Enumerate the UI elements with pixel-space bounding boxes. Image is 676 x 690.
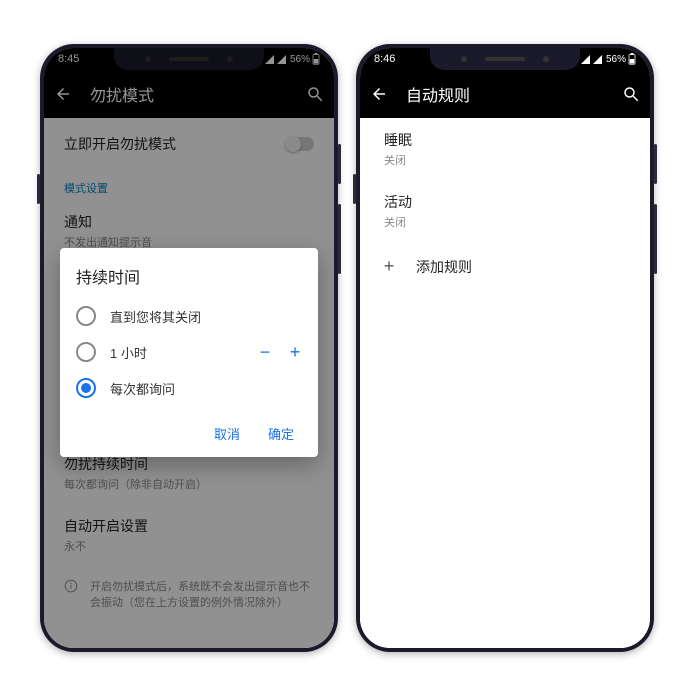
minus-button[interactable]: − — [258, 345, 272, 359]
duration-dialog: 持续时间 直到您将其关闭 1 小时 − + 每次都询问 取消 确定 — [60, 248, 318, 457]
status-time: 8:46 — [374, 53, 395, 65]
rule-sleep[interactable]: 睡眠 关闭 — [360, 118, 650, 180]
signal-icon — [580, 54, 590, 64]
app-bar: 自动规则 — [360, 70, 650, 118]
battery-text: 56% — [606, 54, 626, 65]
rules-content: 睡眠 关闭 活动 关闭 + 添加规则 — [360, 118, 650, 648]
screen-left: 8:45 56% 勿扰模式 立即开启勿扰模式 模式设置 — [44, 48, 334, 648]
rule-title: 睡眠 — [384, 130, 626, 150]
option-label: 每次都询问 — [110, 379, 302, 398]
add-rule-row[interactable]: + 添加规则 — [360, 242, 650, 291]
notch — [430, 48, 580, 70]
duration-stepper: − + — [258, 345, 302, 359]
side-button — [37, 174, 40, 204]
rule-event[interactable]: 活动 关闭 — [360, 180, 650, 242]
radio-icon-selected — [76, 378, 96, 398]
side-button — [353, 174, 356, 204]
back-icon[interactable] — [370, 85, 388, 103]
ok-button[interactable]: 确定 — [264, 418, 298, 449]
option-label: 直到您将其关闭 — [110, 307, 302, 326]
side-button — [338, 204, 341, 274]
plus-button[interactable]: + — [288, 345, 302, 359]
battery-icon — [628, 53, 636, 65]
option-label: 1 小时 — [110, 343, 244, 362]
side-button — [654, 204, 657, 274]
rule-sub: 关闭 — [384, 152, 626, 168]
side-button — [338, 144, 341, 184]
option-one-hour[interactable]: 1 小时 − + — [76, 334, 302, 370]
option-until-off[interactable]: 直到您将其关闭 — [76, 298, 302, 334]
rule-title: 活动 — [384, 192, 626, 212]
radio-icon — [76, 306, 96, 326]
plus-icon: + — [380, 256, 398, 277]
add-rule-label: 添加规则 — [416, 257, 472, 277]
side-button — [654, 144, 657, 184]
signal-icon — [592, 54, 602, 64]
dialog-actions: 取消 确定 — [76, 418, 302, 449]
option-ask-each-time[interactable]: 每次都询问 — [76, 370, 302, 406]
phone-frame-left: 8:45 56% 勿扰模式 立即开启勿扰模式 模式设置 — [40, 44, 338, 652]
app-title: 自动规则 — [406, 82, 604, 106]
search-icon[interactable] — [622, 85, 640, 103]
rule-sub: 关闭 — [384, 214, 626, 230]
cancel-button[interactable]: 取消 — [210, 418, 244, 449]
phone-frame-right: 8:46 56% 自动规则 睡眠 关闭 活动 — [356, 44, 654, 652]
screen-right: 8:46 56% 自动规则 睡眠 关闭 活动 — [360, 48, 650, 648]
radio-icon — [76, 342, 96, 362]
dialog-title: 持续时间 — [76, 264, 302, 288]
